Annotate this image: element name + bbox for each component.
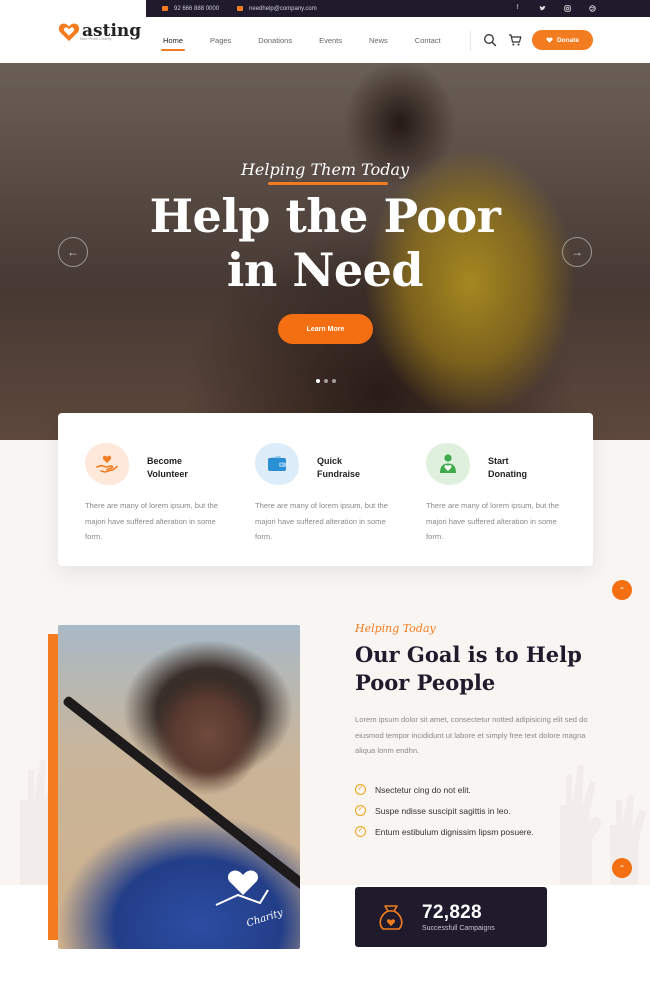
nav-item-donations[interactable]: Donations — [258, 36, 292, 45]
image-accent-bar — [48, 634, 58, 940]
scroll-top-button[interactable]: ⌃ — [612, 580, 632, 600]
social-links: f — [514, 0, 596, 17]
search-icon[interactable] — [483, 33, 497, 47]
list-item-text: Entum estibulum dignissim lipsm posuere. — [375, 826, 534, 837]
slider-prev-arrow-icon[interactable]: ← — [58, 237, 88, 267]
stat-value: 72,828 — [422, 902, 482, 923]
slider-dot[interactable] — [324, 379, 328, 383]
hero-title-line-1: Help the Poor — [149, 189, 501, 243]
cart-icon[interactable] — [508, 33, 522, 47]
check-circle-icon: ✓ — [355, 784, 366, 795]
brand-tagline: Non Profit Charity — [80, 36, 112, 41]
feature-title: Quick Fundraise — [317, 455, 397, 481]
slider-next-arrow-icon[interactable]: → — [562, 237, 592, 267]
about-subtitle: Helping Today — [355, 622, 436, 635]
list-item-text: Nsectetur cing do not elit. — [375, 784, 471, 795]
nav-item-contact[interactable]: Contact — [415, 36, 441, 45]
nav-item-home[interactable]: Home — [160, 36, 186, 51]
nav-item-news[interactable]: News — [369, 36, 388, 45]
phone-icon — [162, 6, 168, 11]
hand-heart-icon — [85, 443, 129, 485]
feature-title: Start Donating — [488, 455, 568, 481]
dribbble-icon[interactable] — [589, 5, 596, 12]
feature-title-line: Volunteer — [147, 469, 188, 479]
wallet-icon — [255, 443, 299, 485]
list-item: ✓ Entum estibulum dignissim lipsm posuer… — [355, 821, 595, 842]
list-item: ✓ Suspe ndisse suscipit sagittis in leo. — [355, 800, 595, 821]
checklist: ✓ Nsectetur cing do not elit. ✓ Suspe nd… — [355, 779, 595, 842]
email-contact[interactable]: needhelp@company.com — [237, 6, 317, 12]
mail-icon — [237, 6, 244, 11]
list-item-text: Suspe ndisse suscipit sagittis in leo. — [375, 805, 511, 816]
instagram-icon[interactable] — [564, 5, 571, 12]
donate-button-label: Donate — [556, 36, 580, 44]
nav-item-events[interactable]: Events — [319, 36, 342, 45]
main-nav: Home Pages Donations Events News Contact… — [146, 17, 650, 63]
feature-title-line: Start — [488, 456, 509, 466]
feature-title-line: Fundraise — [317, 469, 361, 479]
about-title: Our Goal is to Help Poor People — [355, 642, 582, 695]
about-text: Lorem ipsum dolor sit amet, consectetur … — [355, 715, 588, 755]
check-circle-icon: ✓ — [355, 826, 366, 837]
donate-button[interactable]: Donate — [532, 30, 593, 50]
email-address: needhelp@company.com — [249, 5, 317, 12]
feature-text: There are many of lorem ipsum, but the m… — [85, 501, 218, 541]
feature-text: There are many of lorem ipsum, but the m… — [426, 501, 559, 541]
list-item: ✓ Nsectetur cing do not elit. — [355, 779, 595, 800]
hero-title: Help the Poor in Need — [0, 189, 650, 297]
child-photo: Charity — [58, 625, 300, 949]
nav-divider — [470, 31, 471, 51]
stat-label: Successfull Campaigns — [422, 925, 495, 932]
hero-subtitle-underline — [268, 182, 388, 185]
feature-title-line: Become — [147, 456, 183, 466]
check-circle-icon: ✓ — [355, 805, 366, 816]
person-heart-icon — [426, 443, 470, 485]
slider-dot[interactable] — [332, 379, 336, 383]
top-bar: 92 666 888 0000 needhelp@company.com f — [146, 0, 650, 17]
twitter-icon[interactable] — [539, 5, 546, 12]
hero-title-line-2: in Need — [226, 243, 424, 297]
money-bag-icon — [379, 905, 403, 930]
slider-dots — [316, 379, 336, 383]
feature-text: There are many of lorem ipsum, but the m… — [255, 501, 388, 541]
slider-dot[interactable] — [316, 379, 320, 383]
hero-slider: Helping Them Today Help the Poor in Need… — [0, 63, 650, 440]
feature-title-line: Quick — [317, 456, 343, 466]
hero-subtitle: Helping Them Today — [240, 160, 410, 179]
feature-title: Become Volunteer — [147, 455, 227, 481]
learn-more-button[interactable]: Learn More — [278, 314, 373, 344]
phone-number: 92 666 888 0000 — [174, 5, 220, 12]
features-card: Become Volunteer There are many of lorem… — [58, 413, 593, 566]
campaigns-stat-box: 72,828 Successfull Campaigns — [355, 887, 547, 947]
heart-icon — [546, 37, 553, 43]
phone-contact[interactable]: 92 666 888 0000 — [162, 6, 219, 12]
logo[interactable]: asting Non Profit Charity — [0, 0, 146, 63]
heart-logo-icon — [58, 23, 80, 41]
facebook-icon[interactable]: f — [514, 5, 521, 12]
feature-title-line: Donating — [488, 469, 527, 479]
nav-item-pages[interactable]: Pages — [210, 36, 231, 45]
scroll-top-button[interactable]: ⌃ — [612, 858, 632, 878]
